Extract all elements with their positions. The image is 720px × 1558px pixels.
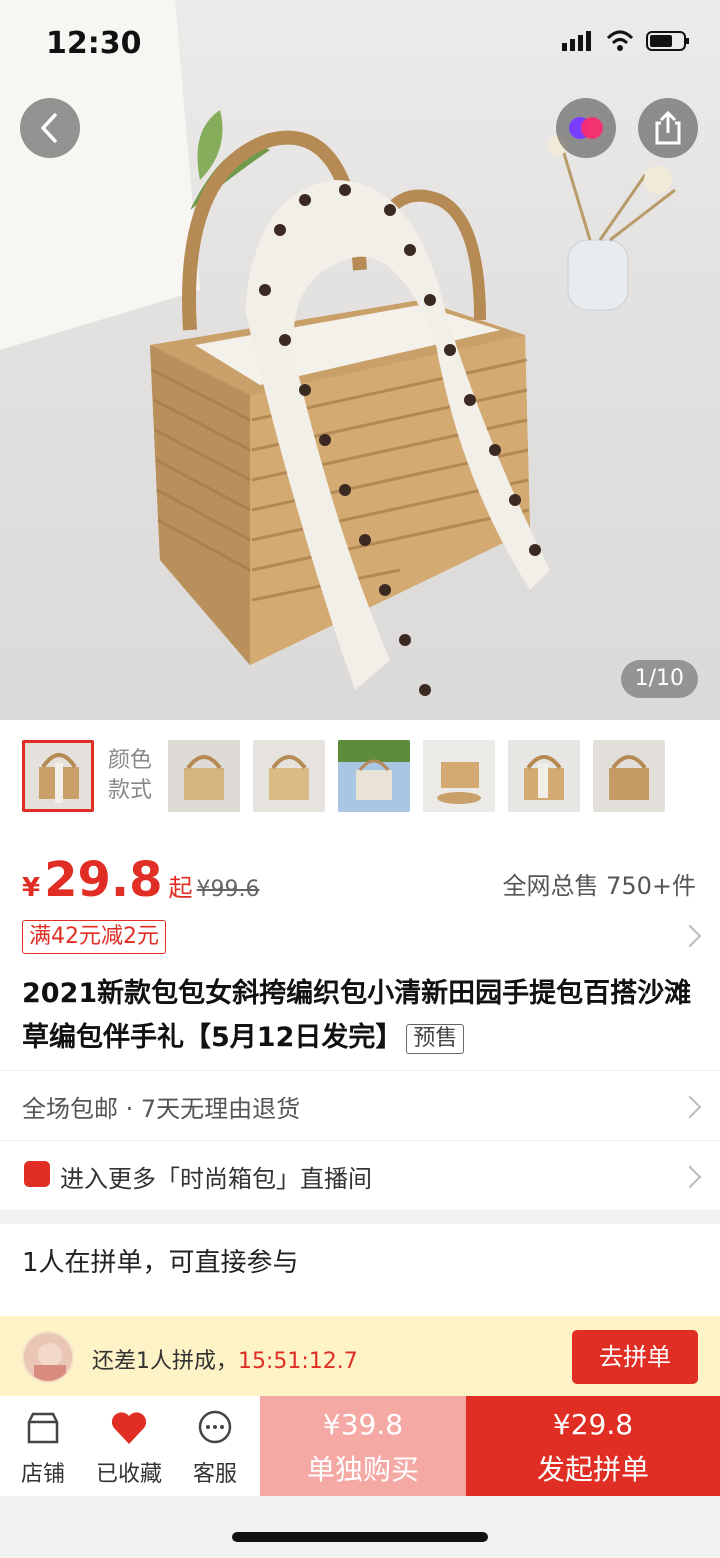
customer-service-tab[interactable]: 客服 <box>172 1396 258 1496</box>
chevron-left-icon <box>40 112 58 144</box>
chevron-right-icon <box>678 1095 702 1119</box>
presale-tag: 预售 <box>406 1023 465 1054</box>
favorite-tab[interactable]: 已收藏 <box>86 1396 172 1496</box>
status-icons <box>562 30 690 52</box>
product-image-carousel[interactable]: 12:30 1/10 <box>0 0 720 720</box>
join-group-button[interactable]: 去拼单 <box>572 1330 698 1384</box>
store-label: 店铺 <box>20 1462 65 1487</box>
avatar <box>22 1331 74 1383</box>
variant-thumb[interactable] <box>253 740 325 812</box>
solo-label: 单独购买 <box>306 1453 419 1486</box>
group-label: 发起拼单 <box>536 1453 649 1486</box>
group-title: 1人在拼单，可直接参与 <box>22 1248 299 1278</box>
live-room-row[interactable]: 进入更多「时尚箱包」直播间 <box>0 1140 720 1210</box>
group-price: ¥29.8 <box>552 1408 634 1441</box>
home-indicator <box>232 1532 488 1542</box>
total-sold: 全网总售 750+件 <box>502 872 696 900</box>
share-button[interactable] <box>638 98 698 158</box>
live-tv-icon <box>24 1161 50 1187</box>
variant-thumb-strip: 颜色 款式 <box>0 720 720 830</box>
battery-icon <box>646 31 689 51</box>
variant-thumb-selected[interactable] <box>22 740 94 812</box>
product-title: 2021新款包包女斜挎编织包小清新田园手提包百搭沙滩草编包伴手礼【5月12日发完… <box>22 978 692 1054</box>
variant-thumb[interactable] <box>168 740 240 812</box>
live-logo-icon <box>569 117 603 139</box>
favorite-label: 已收藏 <box>95 1462 162 1487</box>
price-value: 29.8 <box>44 852 163 908</box>
group-buy-section: 1人在拼单，可直接参与 <box>0 1224 720 1316</box>
variant-thumb[interactable] <box>508 740 580 812</box>
variant-thumb[interactable] <box>423 740 495 812</box>
buy-solo-button[interactable]: ¥39.8 单独购买 <box>260 1396 466 1496</box>
service-label: 客服 <box>192 1462 237 1487</box>
share-icon <box>655 111 681 145</box>
status-bar: 12:30 <box>0 0 720 90</box>
chevron-right-icon[interactable] <box>678 924 702 948</box>
live-badge-button[interactable] <box>556 98 616 158</box>
chat-icon <box>198 1410 232 1444</box>
store-tab[interactable]: 店铺 <box>0 1396 86 1496</box>
original-price: ¥99.6 <box>196 877 260 902</box>
coupon-badge[interactable]: 满42元减2元 <box>22 920 166 954</box>
price-suffix: 起 <box>168 874 193 902</box>
wifi-icon <box>606 30 634 51</box>
variant-thumb[interactable] <box>338 740 410 812</box>
back-button[interactable] <box>20 98 80 158</box>
status-time: 12:30 <box>46 26 142 61</box>
live-room-text: 进入更多「时尚箱包」直播间 <box>60 1165 372 1193</box>
variant-label: 颜色 款式 <box>108 748 153 803</box>
product-info: ¥ 29.8 起 ¥99.6 全网总售 750+件 满42元减2元 2021新款… <box>0 830 720 1210</box>
store-icon <box>27 1412 59 1444</box>
start-group-button[interactable]: ¥29.8 发起拼单 <box>466 1396 720 1496</box>
group-join-banner: 还差1人拼成，15:51:12.7 去拼单 <box>0 1316 720 1398</box>
product-photo <box>0 0 676 696</box>
price: ¥ 29.8 起 ¥99.6 <box>22 852 260 908</box>
chevron-right-icon <box>678 1165 702 1189</box>
solo-price: ¥39.8 <box>322 1408 404 1441</box>
group-message: 还差1人拼成，15:51:12.7 <box>92 1349 358 1374</box>
bottom-action-bar: 店铺 已收藏 客服 ¥39.8 单独购买 ¥29.8 发起拼单 <box>0 1396 720 1496</box>
service-text: 全场包邮 · 7天无理由退货 <box>22 1095 301 1123</box>
variant-thumb[interactable] <box>593 740 665 812</box>
heart-icon <box>111 1412 147 1444</box>
service-row[interactable]: 全场包邮 · 7天无理由退货 <box>0 1070 720 1140</box>
image-counter: 1/10 <box>620 660 698 698</box>
price-currency: ¥ <box>22 873 41 903</box>
countdown-timer: 15:51:12.7 <box>238 1349 358 1374</box>
signal-icon <box>562 31 591 51</box>
